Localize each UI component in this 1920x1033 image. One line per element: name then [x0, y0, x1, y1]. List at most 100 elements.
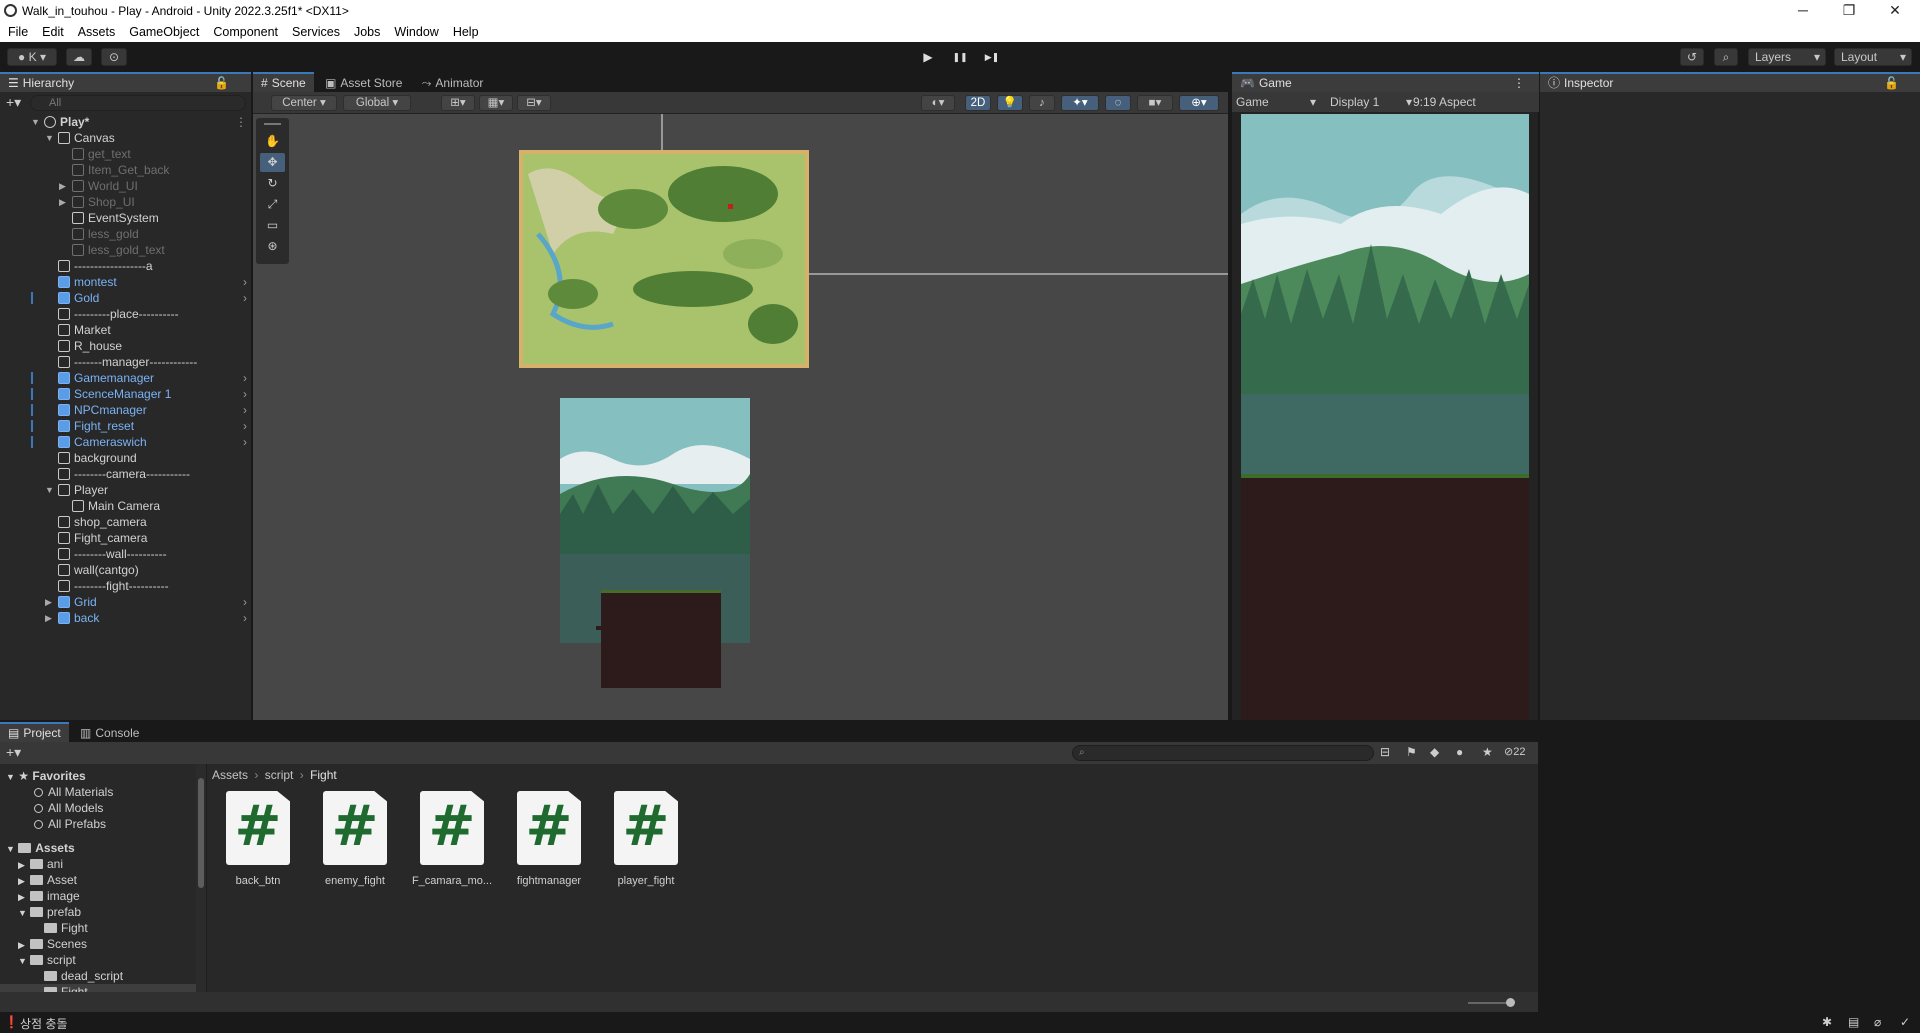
cloud-button[interactable]: ☁: [66, 48, 92, 66]
expand-arrow-right-icon[interactable]: ▶: [45, 594, 52, 610]
2d-toggle[interactable]: 2D: [965, 95, 991, 111]
hierarchy-item[interactable]: --------camera-----------: [0, 466, 251, 482]
hierarchy-item[interactable]: Item_Get_back: [0, 162, 251, 178]
bug-icon[interactable]: ✱: [1822, 1015, 1832, 1029]
favorite-item[interactable]: All Materials: [0, 784, 196, 800]
menu-component[interactable]: Component: [213, 25, 278, 39]
script-asset[interactable]: # fightmanager: [503, 791, 595, 887]
hierarchy-item[interactable]: Fight_camera: [0, 530, 251, 546]
hierarchy-item[interactable]: ---------place----------: [0, 306, 251, 322]
hierarchy-item[interactable]: EventSystem: [0, 210, 251, 226]
expand-arrow-down-icon[interactable]: ▼: [18, 953, 30, 969]
create-asset-button[interactable]: +▾: [6, 744, 21, 761]
hierarchy-item[interactable]: montest ›: [0, 274, 251, 290]
expand-arrow-down-icon[interactable]: ▼: [45, 482, 54, 498]
expand-arrow-down-icon[interactable]: ▼: [31, 114, 40, 130]
status-message[interactable]: 상점 충돌: [20, 1015, 68, 1032]
increment-snap-button[interactable]: ⊟▾: [517, 95, 551, 111]
script-asset[interactable]: # player_fight: [600, 791, 692, 887]
folder-tree-item[interactable]: ▼ prefab: [0, 904, 196, 920]
hidden-objects-toggle[interactable]: ◌: [1105, 95, 1131, 111]
hierarchy-item[interactable]: background: [0, 450, 251, 466]
play-button[interactable]: ▶: [916, 47, 940, 67]
hierarchy-item[interactable]: Main Camera: [0, 498, 251, 514]
menu-help[interactable]: Help: [453, 25, 479, 39]
lock-icon[interactable]: 🔓: [214, 75, 229, 91]
hierarchy-item[interactable]: ScenceManager 1 ›: [0, 386, 251, 402]
prefab-open-chevron-icon[interactable]: ›: [243, 418, 247, 434]
folder-tree-item[interactable]: ▶ Asset: [0, 872, 196, 888]
hierarchy-item[interactable]: ▶ back ›: [0, 610, 251, 626]
lighting-toggle[interactable]: 💡: [997, 95, 1023, 111]
aspect-dropdown[interactable]: 9:19 Aspect: [1413, 92, 1476, 112]
hierarchy-item[interactable]: ------------------a: [0, 258, 251, 274]
prefab-open-chevron-icon[interactable]: ›: [243, 402, 247, 418]
draw-mode-button[interactable]: ◐▾: [921, 95, 955, 111]
menu-gameobject[interactable]: GameObject: [129, 25, 199, 39]
step-button[interactable]: ▶❚: [980, 47, 1004, 67]
prefab-open-chevron-icon[interactable]: ›: [243, 434, 247, 450]
minimize-button[interactable]: ─: [1780, 0, 1826, 22]
folder-tree-item[interactable]: ▶ Scenes: [0, 936, 196, 952]
hierarchy-item[interactable]: Fight_reset ›: [0, 418, 251, 434]
grid-snap-button[interactable]: ⊞▾: [441, 95, 475, 111]
folder-tree-item[interactable]: Fight: [0, 920, 196, 936]
hierarchy-item[interactable]: ▼ Play* ⋮: [0, 114, 251, 130]
hierarchy-item[interactable]: Cameraswich ›: [0, 434, 251, 450]
menu-assets[interactable]: Assets: [78, 25, 116, 39]
effects-toggle[interactable]: ✦▾: [1061, 95, 1099, 111]
expand-arrow-right-icon[interactable]: ▶: [18, 889, 30, 905]
hierarchy-item[interactable]: ▶ World_UI: [0, 178, 251, 194]
prefab-open-chevron-icon[interactable]: ›: [243, 370, 247, 386]
hierarchy-item[interactable]: R_house: [0, 338, 251, 354]
cache-icon[interactable]: ▤: [1848, 1015, 1859, 1029]
game-viewport[interactable]: [1241, 114, 1529, 720]
hierarchy-item[interactable]: get_text: [0, 146, 251, 162]
close-button[interactable]: ✕: [1872, 0, 1918, 22]
zoom-slider-handle[interactable]: [1506, 998, 1515, 1007]
prefab-open-chevron-icon[interactable]: ›: [243, 594, 247, 610]
menu-window[interactable]: Window: [394, 25, 438, 39]
folder-tree-item[interactable]: ▶ image: [0, 888, 196, 904]
hierarchy-item[interactable]: -------manager------------: [0, 354, 251, 370]
network-icon[interactable]: ⌀: [1874, 1015, 1881, 1029]
prefab-open-chevron-icon[interactable]: ›: [243, 290, 247, 306]
collab-button[interactable]: ⊙: [101, 48, 127, 66]
account-button[interactable]: ● K ▾: [7, 48, 57, 66]
expand-arrow-right-icon[interactable]: ▶: [18, 857, 30, 873]
tree-scrollbar-thumb[interactable]: [198, 778, 204, 888]
space-dropdown[interactable]: Global ▾: [343, 95, 411, 111]
hierarchy-item[interactable]: less_gold: [0, 226, 251, 242]
camera-settings-button[interactable]: ■▾: [1137, 95, 1173, 111]
expand-arrow-down-icon[interactable]: ▼: [18, 905, 30, 921]
search-button[interactable]: ⌕: [1714, 48, 1738, 66]
tab-hierarchy[interactable]: ☰ Hierarchy 🔓: [0, 72, 251, 92]
menu-edit[interactable]: Edit: [42, 25, 64, 39]
history-button[interactable]: ↺: [1680, 48, 1704, 66]
pause-button[interactable]: ❚❚: [948, 47, 972, 67]
hierarchy-item[interactable]: Market: [0, 322, 251, 338]
hierarchy-item[interactable]: NPCmanager ›: [0, 402, 251, 418]
tab-inspector[interactable]: ⓘ Inspector 🔓: [1540, 72, 1920, 92]
assets-header[interactable]: ▼ Assets: [0, 840, 196, 856]
hierarchy-search-input[interactable]: All: [30, 95, 246, 111]
hierarchy-item[interactable]: less_gold_text: [0, 242, 251, 258]
favorite-item[interactable]: All Prefabs: [0, 816, 196, 832]
tab-scene[interactable]: # Scene: [253, 72, 314, 92]
hierarchy-item[interactable]: wall(cantgo): [0, 562, 251, 578]
favorites-header[interactable]: ▼ ★ Favorites: [0, 768, 196, 784]
display-dropdown[interactable]: Display 1 ▾: [1330, 92, 1412, 112]
layout-dropdown[interactable]: Layout ▾: [1834, 48, 1912, 66]
audio-toggle[interactable]: ♪: [1029, 95, 1055, 111]
hierarchy-item[interactable]: Gold ›: [0, 290, 251, 306]
hierarchy-item[interactable]: shop_camera: [0, 514, 251, 530]
folder-tree-item[interactable]: dead_script: [0, 968, 196, 984]
expand-arrow-down-icon[interactable]: ▼: [45, 130, 54, 146]
prefab-open-chevron-icon[interactable]: ›: [243, 386, 247, 402]
menu-services[interactable]: Services: [292, 25, 340, 39]
hierarchy-item[interactable]: ▶ Shop_UI: [0, 194, 251, 210]
expand-arrow-right-icon[interactable]: ▶: [18, 937, 30, 953]
game-view-dropdown[interactable]: Game ▾: [1236, 92, 1318, 112]
prefab-open-chevron-icon[interactable]: ›: [243, 274, 247, 290]
menu-file[interactable]: File: [8, 25, 28, 39]
